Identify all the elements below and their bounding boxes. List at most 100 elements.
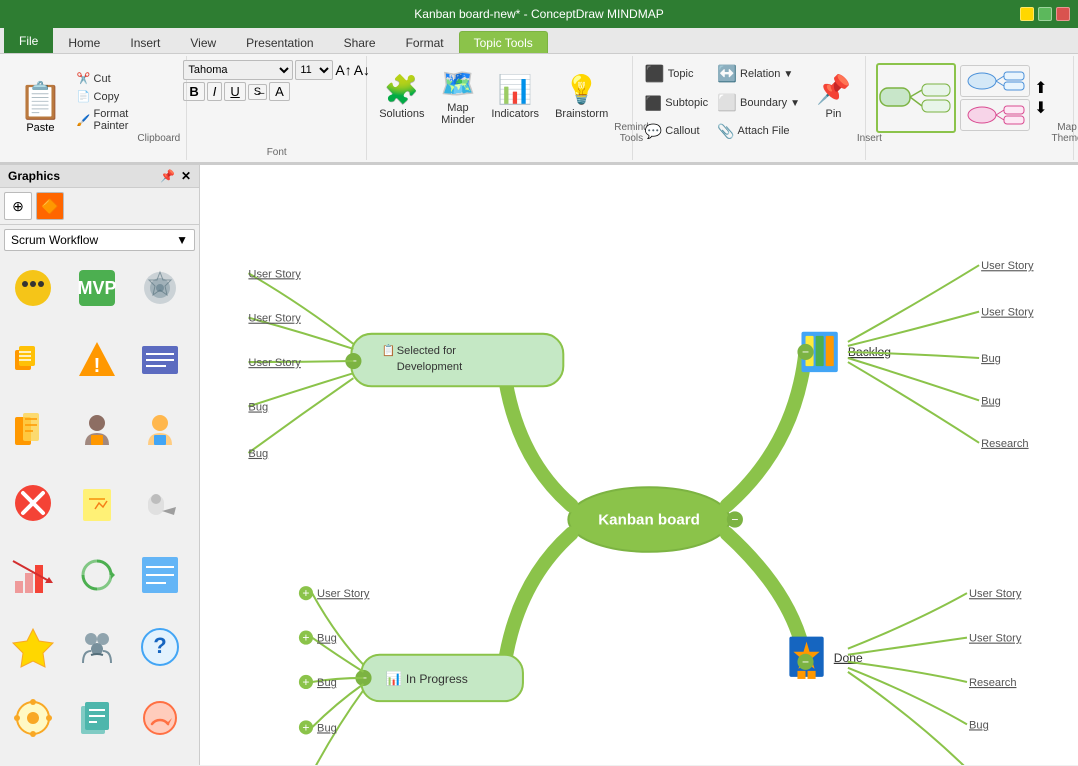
cut-button[interactable]: ✂️ Cut: [73, 70, 138, 87]
tab-share[interactable]: Share: [329, 31, 391, 53]
tab-insert[interactable]: Insert: [115, 31, 175, 53]
mindmap-svg: Kanban board − 📋 Selected for Developmen…: [200, 165, 1078, 765]
graphic-item-19[interactable]: [70, 691, 124, 745]
theme-preview: ⬆ ⬇: [872, 58, 1051, 138]
window-controls: [1020, 7, 1070, 21]
pin-button[interactable]: 📌 Pin: [810, 58, 857, 138]
tab-home[interactable]: Home: [53, 31, 115, 53]
graphic-item-14[interactable]: [133, 548, 187, 602]
insert-buttons: ⬛ Topic ↔️ Relation ▼ ⬛ Subtopic ⬜ Bound…: [639, 58, 806, 146]
format-painter-label: Format Painter: [94, 108, 134, 132]
font-controls: Tahoma 11 A↑ A↓ B I U S̶ A: [183, 58, 370, 145]
graphic-item-11[interactable]: [133, 476, 187, 530]
graphics-toolbar: ⊕ 🔶: [0, 188, 199, 225]
tab-view[interactable]: View: [175, 31, 231, 53]
paste-button[interactable]: 📋 Paste: [10, 58, 71, 138]
bold-button[interactable]: B: [183, 82, 204, 101]
svg-text:Research: Research: [969, 677, 1016, 689]
svg-text:+: +: [302, 675, 309, 689]
callout-button[interactable]: 💬 Callout: [641, 119, 712, 144]
copy-label: Copy: [94, 91, 120, 103]
map-minder-button[interactable]: 🗺️ MapMinder: [434, 58, 481, 138]
font-grow-button[interactable]: A↑: [335, 62, 351, 78]
close-button[interactable]: [1056, 7, 1070, 21]
graphics-category-label: Scrum Workflow: [11, 233, 98, 247]
theme-option-2[interactable]: [960, 99, 1030, 131]
svg-text:User Story: User Story: [981, 307, 1034, 319]
indicators-label: Indicators: [491, 108, 539, 120]
graphic-item-17[interactable]: ?: [133, 620, 187, 674]
tab-topic-tools[interactable]: Topic Tools: [459, 31, 548, 53]
svg-text:!: !: [93, 355, 100, 377]
theme-scroll[interactable]: ⬆ ⬇: [1034, 78, 1047, 118]
boundary-button[interactable]: ⬜ Boundary ▼: [713, 89, 804, 117]
graphic-item-20[interactable]: [133, 691, 187, 745]
font-group: Tahoma 11 A↑ A↓ B I U S̶ A Font: [187, 56, 367, 160]
graphic-item-13[interactable]: [70, 548, 124, 602]
indicators-button[interactable]: 📊 Indicators: [485, 58, 545, 138]
attach-file-button[interactable]: 📎 Attach File: [713, 119, 804, 144]
italic-button[interactable]: I: [207, 82, 223, 101]
topic-button[interactable]: ⬛ Topic: [641, 60, 712, 88]
indicators-icon: 📊: [498, 76, 533, 104]
font-label: Font: [267, 145, 287, 158]
tab-format[interactable]: Format: [391, 31, 459, 53]
font-row-2: B I U S̶ A: [183, 82, 289, 101]
graphic-item-15[interactable]: [6, 620, 60, 674]
graphic-item-16[interactable]: [70, 620, 124, 674]
close-graphics-button[interactable]: ✕: [181, 169, 191, 183]
brainstorm-label: Brainstorm: [555, 108, 608, 120]
maximize-button[interactable]: [1038, 7, 1052, 21]
graphic-item-3[interactable]: [6, 333, 60, 387]
svg-text:Kanban board: Kanban board: [598, 512, 700, 529]
svg-text:+: +: [302, 720, 309, 734]
graphic-item-2[interactable]: [133, 261, 187, 315]
graphics-tool-1[interactable]: ⊕: [4, 192, 32, 220]
strikethrough-button[interactable]: S̶: [248, 84, 267, 100]
svg-text:−: −: [802, 655, 809, 669]
cut-icon: ✂️: [77, 72, 91, 85]
paste-icon: 📋: [18, 80, 63, 122]
tab-presentation[interactable]: Presentation: [231, 31, 328, 53]
pin-graphics-button[interactable]: 📌: [160, 169, 175, 183]
graphic-item-4[interactable]: !: [70, 333, 124, 387]
svg-text:Research: Research: [981, 438, 1028, 450]
font-size-select[interactable]: 11: [295, 60, 333, 80]
pin-icon: 📌: [816, 76, 851, 104]
font-family-select[interactable]: Tahoma: [183, 60, 293, 80]
graphics-grid: MVP: [0, 255, 199, 765]
graphic-item-8[interactable]: [133, 404, 187, 458]
format-painter-button[interactable]: 🖌️ Format Painter: [73, 106, 138, 134]
subtopic-button[interactable]: ⬛ Subtopic: [641, 89, 712, 117]
relation-button[interactable]: ↔️ Relation ▼: [713, 60, 804, 88]
canvas[interactable]: Kanban board − 📋 Selected for Developmen…: [200, 165, 1078, 765]
svg-text:?: ?: [154, 633, 167, 658]
underline-button[interactable]: U: [224, 82, 245, 101]
copy-button[interactable]: 📄 Copy: [73, 88, 138, 105]
graphic-item-5[interactable]: [133, 333, 187, 387]
graphics-panel: Graphics 📌 ✕ ⊕ 🔶 Scrum Workflow ▼: [0, 165, 200, 765]
graphics-category-dropdown[interactable]: Scrum Workflow ▼: [4, 229, 195, 251]
graphic-item-0[interactable]: [6, 261, 60, 315]
graphic-item-1[interactable]: MVP: [70, 261, 124, 315]
svg-text:User Story: User Story: [248, 313, 301, 325]
graphic-item-7[interactable]: [70, 404, 124, 458]
theme-option-1[interactable]: [960, 65, 1030, 97]
tab-file[interactable]: File: [4, 27, 53, 53]
graphic-item-10[interactable]: [70, 476, 124, 530]
minimize-button[interactable]: [1020, 7, 1034, 21]
graphics-tool-2[interactable]: 🔶: [36, 192, 64, 220]
graphic-item-9[interactable]: [6, 476, 60, 530]
graphic-item-6[interactable]: [6, 404, 60, 458]
graphic-item-18[interactable]: [6, 691, 60, 745]
solutions-button[interactable]: 🧩 Solutions: [373, 58, 430, 138]
graphic-item-12[interactable]: [6, 548, 60, 602]
font-color-button[interactable]: A: [269, 82, 290, 101]
theme-selected[interactable]: [876, 63, 956, 133]
svg-text:User Story: User Story: [248, 357, 301, 369]
brainstorm-button[interactable]: 💡 Brainstorm: [549, 58, 614, 138]
app-title: Kanban board-new* - ConceptDraw MINDMAP: [414, 7, 663, 21]
font-row-1: Tahoma 11 A↑ A↓: [183, 60, 370, 80]
tab-bar: File Home Insert View Presentation Share…: [0, 28, 1078, 54]
svg-text:Bug: Bug: [969, 719, 989, 731]
